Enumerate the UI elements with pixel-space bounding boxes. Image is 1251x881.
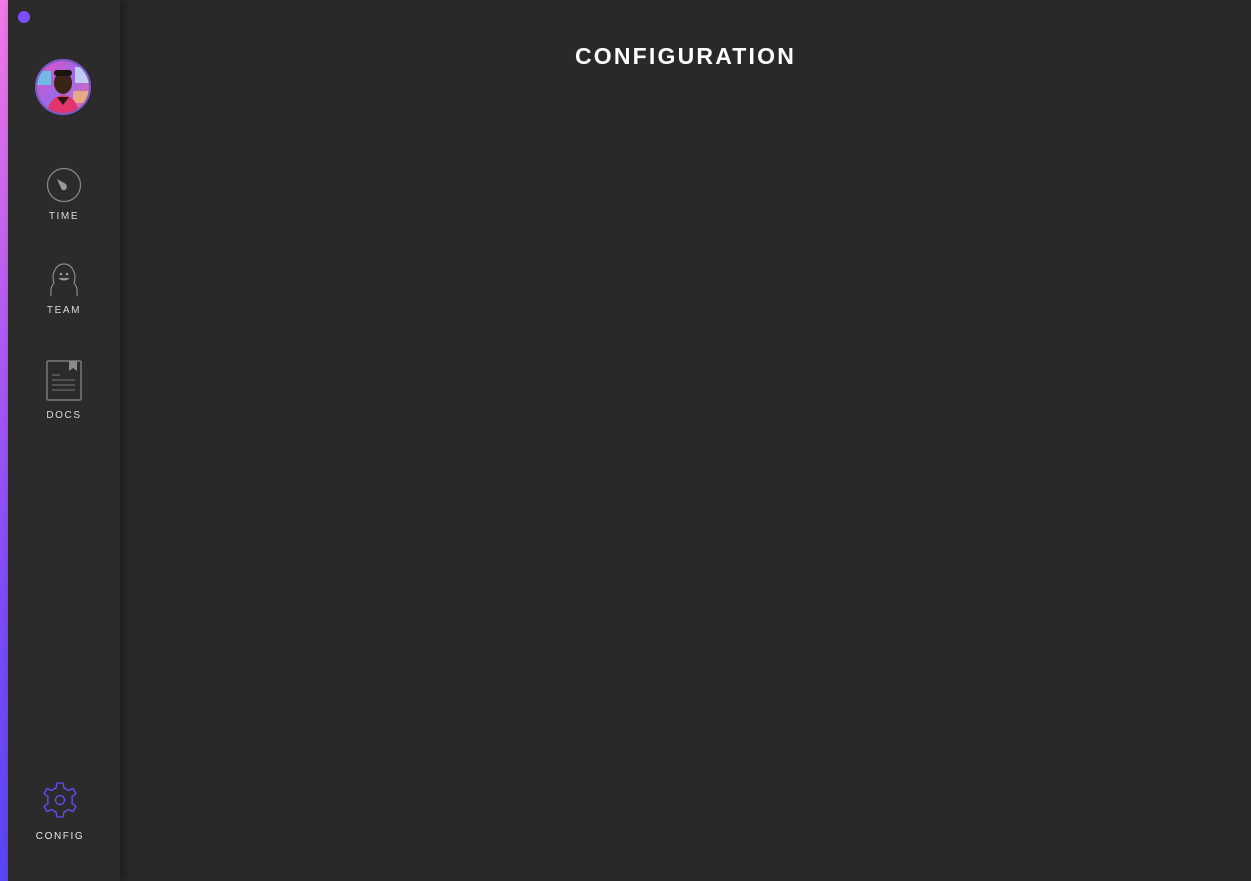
person-icon: [50, 263, 78, 297]
sidebar-item-team[interactable]: TEAM: [8, 261, 120, 316]
sidebar-item-label: CONFIG: [35, 831, 85, 842]
sidebar-item-label: TEAM: [46, 305, 82, 316]
sidebar-item-label: DOCS: [46, 410, 82, 421]
timer-icon: [46, 167, 82, 203]
sidebar: TIME TEAM DOCS CONFIG: [8, 0, 120, 881]
gear-icon: [43, 782, 77, 818]
avatar-image: [37, 61, 89, 113]
accent-gradient-bar: [0, 0, 8, 881]
page-title: CONFIGURATION: [574, 43, 797, 69]
document-icon: [46, 360, 82, 401]
sidebar-item-time[interactable]: TIME: [8, 167, 120, 222]
status-dot: [18, 11, 30, 23]
avatar[interactable]: [35, 59, 91, 115]
app-window: TIME TEAM DOCS CONFIG CONFIGURATION: [0, 0, 1251, 881]
sidebar-item-label: TIME: [48, 211, 80, 222]
sidebar-item-config[interactable]: CONFIG: [4, 781, 116, 842]
sidebar-item-docs[interactable]: DOCS: [8, 360, 120, 421]
